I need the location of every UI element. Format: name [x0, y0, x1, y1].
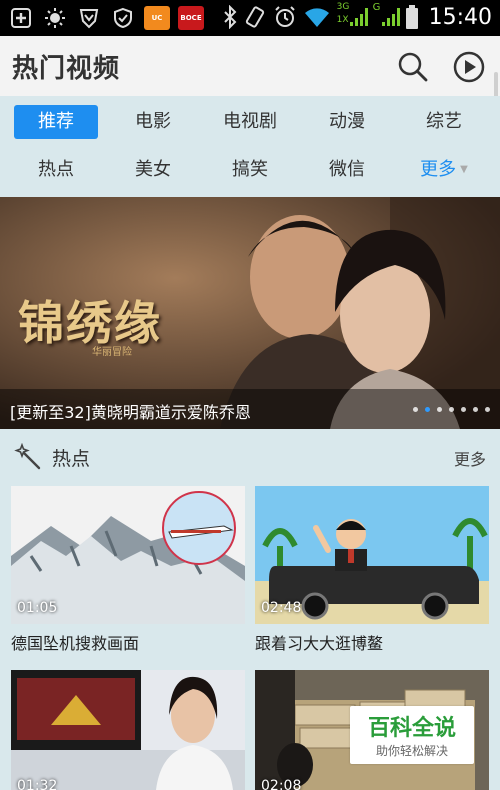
featured-banner[interactable]: 锦绣缘 华丽冒险 [更新至32]黄晓明霸道示爱陈乔恩 [0, 197, 500, 429]
tab-funny[interactable]: 搞笑 [208, 153, 292, 187]
video-thumbnail[interactable]: 01:05 [11, 486, 245, 624]
carousel-dot[interactable] [485, 407, 490, 412]
banner-caption: [更新至32]黄晓明霸道示爱陈乔恩 [10, 403, 251, 422]
tab-tv-series[interactable]: 电视剧 [208, 105, 292, 139]
app-bar: 热门视频 [0, 36, 500, 132]
video-card[interactable]: 02:48 跟着习大大逛博鳌 [255, 486, 489, 656]
tab-recommend[interactable]: 推荐 [14, 105, 98, 139]
video-duration: 02:08 [261, 778, 302, 790]
system-icons: 3G 1X G 15:40 [223, 2, 492, 30]
carousel-dot-active[interactable] [425, 407, 430, 412]
tab-more[interactable]: 更多 ▼ [402, 153, 486, 187]
status-bar: UC BOCE 3G 1X G 15:40 [0, 0, 500, 36]
carousel-dot[interactable] [437, 407, 442, 412]
video-duration: 01:32 [17, 778, 58, 790]
category-tabs: 推荐 电影 电视剧 动漫 综艺 热点 美女 搞笑 微信 更多 ▼ [0, 96, 500, 196]
tab-label: 更多 [420, 159, 457, 180]
security-app-icon [110, 5, 136, 31]
watermark-subtitle: 助你轻松解决 [375, 744, 448, 758]
battery-icon [405, 5, 418, 29]
app-icon-label: BOCE [180, 14, 202, 22]
tab-anime[interactable]: 动漫 [305, 105, 389, 139]
video-card[interactable]: 01:05 德国坠机搜救画面 [11, 486, 245, 656]
signal-3g-icon: 3G 1X [337, 2, 368, 30]
play-icon [453, 51, 485, 83]
bluetooth-icon [223, 5, 237, 29]
watermark-title: 百科全说 [367, 716, 456, 741]
video-title[interactable]: 跟着习大大逛博鳌 [255, 630, 383, 654]
section-title: 热点 [52, 448, 91, 470]
alarm-icon [274, 6, 295, 27]
watermark-logo: 百科全说 助你轻松解决 [350, 706, 474, 764]
banner-title-art: 锦绣缘 [18, 296, 162, 350]
tab-label: 热点 [38, 159, 74, 180]
tab-beauty[interactable]: 美女 [111, 153, 195, 187]
video-thumbnail[interactable]: 02:48 [255, 486, 489, 624]
tab-label: 搞笑 [232, 159, 268, 180]
video-duration: 02:48 [261, 600, 302, 616]
video-card[interactable]: 01:32 [11, 670, 245, 790]
uc-browser-icon: UC [144, 6, 170, 30]
play-history-button[interactable] [452, 50, 486, 84]
section-more-link[interactable]: 更多 [454, 446, 486, 470]
video-thumbnail[interactable]: 01:32 [11, 670, 245, 790]
dropdown-caret-icon: ▼ [460, 164, 468, 175]
shield-icon [76, 5, 102, 31]
tab-label: 电视剧 [223, 111, 277, 132]
tab-label: 动漫 [329, 111, 365, 132]
carousel-dot[interactable] [413, 407, 418, 412]
banner-subtitle-art: 华丽冒险 [92, 347, 132, 358]
tab-variety[interactable]: 综艺 [402, 105, 486, 139]
tab-wechat[interactable]: 微信 [305, 153, 389, 187]
tab-label: 推荐 [38, 111, 74, 132]
tab-movies[interactable]: 电影 [111, 105, 195, 139]
page-title: 热门视频 [12, 54, 121, 84]
carousel-dot[interactable] [449, 407, 454, 412]
video-title[interactable]: 德国坠机搜救画面 [11, 630, 139, 654]
signal-g-icon: G [373, 2, 400, 30]
magic-wand-icon [14, 443, 41, 470]
tab-label: 综艺 [426, 111, 462, 132]
tab-hot[interactable]: 热点 [14, 153, 98, 187]
section-header: 热点 更多 [0, 430, 500, 480]
tab-label: 微信 [329, 159, 365, 180]
app-icon: BOCE [178, 6, 204, 30]
carousel-indicator [413, 407, 490, 412]
notification-icons: UC BOCE [8, 5, 204, 31]
thumbnail-news-anchor [11, 670, 245, 790]
vibrate-icon [245, 6, 264, 28]
clock: 15:40 [428, 4, 492, 30]
carousel-dot[interactable] [461, 407, 466, 412]
add-icon [8, 5, 34, 31]
search-icon [398, 52, 428, 82]
brightness-icon [42, 5, 68, 31]
video-duration: 01:05 [17, 600, 58, 616]
banner-caption-bar: [更新至32]黄晓明霸道示爱陈乔恩 [0, 389, 500, 429]
tab-label: 电影 [135, 111, 171, 132]
tab-label: 美女 [135, 159, 171, 180]
wifi-icon [304, 8, 329, 27]
carousel-dot[interactable] [473, 407, 478, 412]
search-button[interactable] [396, 50, 430, 84]
